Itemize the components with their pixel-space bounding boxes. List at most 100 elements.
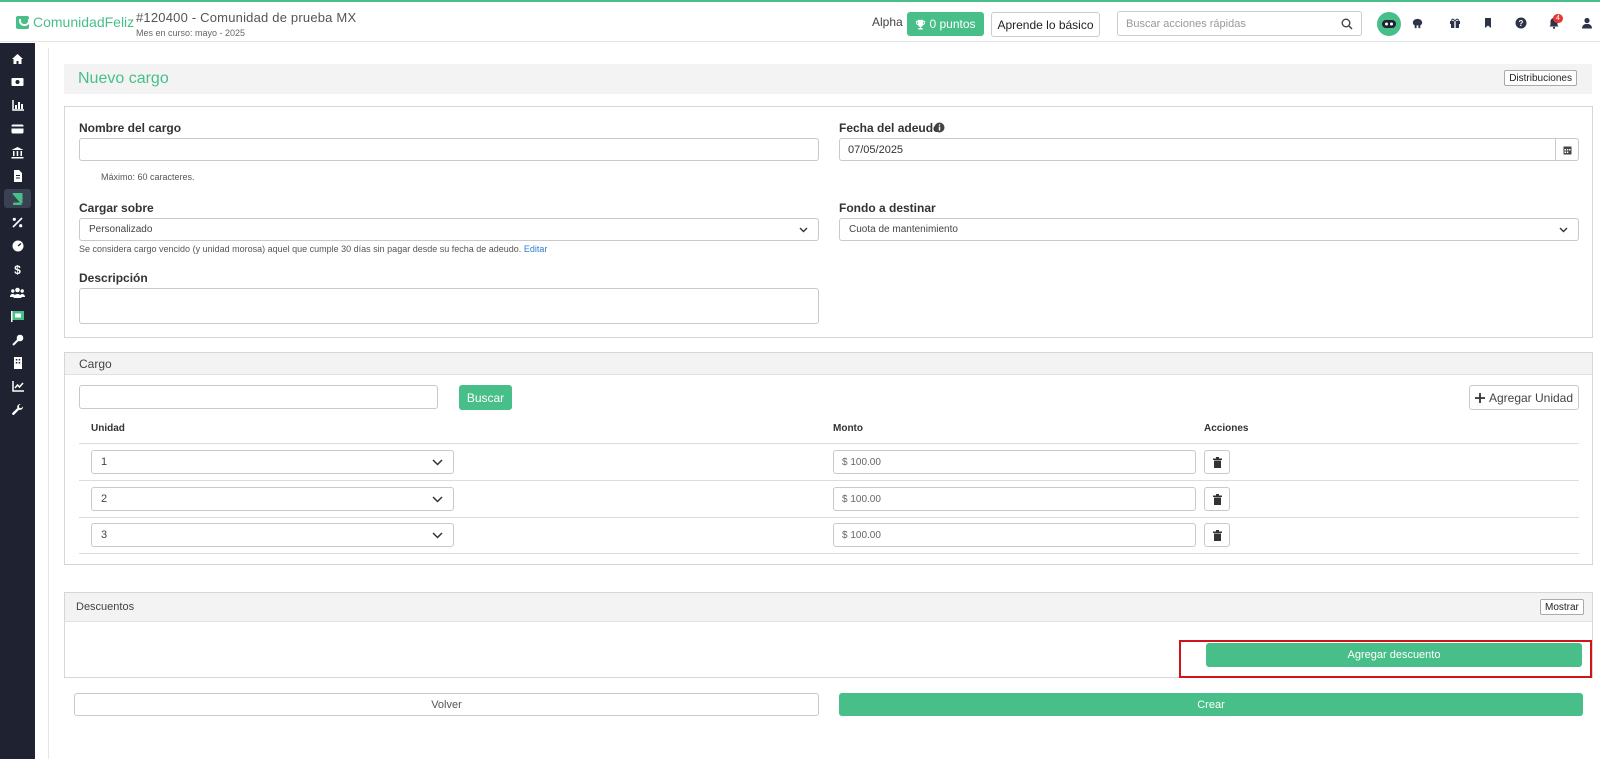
edit-link[interactable]: Editar [524, 244, 548, 254]
distributions-button[interactable]: Distribuciones [1504, 70, 1577, 86]
charge-name-help: Máximo: 60 caracteres. [101, 172, 195, 182]
sidebar-item-percent[interactable] [4, 213, 31, 232]
trophy-icon [916, 19, 926, 30]
book-icon [12, 192, 23, 205]
create-button[interactable]: Crear [839, 693, 1583, 716]
charge-on-select[interactable]: Personalizado [79, 218, 819, 241]
plus-icon [1474, 392, 1485, 403]
charge-name-input[interactable] [80, 139, 818, 160]
sidebar-item-money[interactable] [4, 72, 31, 91]
amount-field [833, 487, 1196, 511]
notification-badge: 4 [1553, 14, 1563, 23]
calendar-button[interactable] [1555, 138, 1579, 161]
sidebar-item-dollar[interactable]: $ [4, 260, 31, 279]
search-icon[interactable] [1341, 18, 1353, 30]
bookmark-icon[interactable] [1481, 16, 1495, 30]
amount-input[interactable] [834, 488, 1195, 510]
flag-icon [11, 310, 24, 322]
charge-on-value: Personalizado [89, 224, 153, 235]
trash-icon [1212, 529, 1222, 541]
delete-row-button[interactable] [1204, 487, 1230, 511]
chevron-down-icon [432, 458, 443, 466]
due-date-field [839, 138, 1579, 161]
svg-text:$: $ [14, 263, 21, 276]
learn-basics-button[interactable]: Aprende lo básico [991, 12, 1100, 37]
unit-select[interactable]: 3 [91, 523, 454, 547]
delete-row-button[interactable] [1204, 523, 1230, 547]
sidebar-item-home[interactable] [4, 49, 31, 68]
sidebar-item-users[interactable] [4, 283, 31, 302]
due-date-input[interactable] [840, 139, 1578, 160]
highlight-box [1179, 640, 1592, 678]
current-month: Mes en curso: mayo - 2025 [136, 28, 246, 38]
column-header-amount: Monto [833, 423, 863, 434]
column-header-actions: Acciones [1204, 423, 1249, 434]
chevron-down-icon [432, 531, 443, 539]
sidebar-item-bank[interactable] [4, 143, 31, 162]
quick-search-input[interactable] [1118, 12, 1361, 35]
amount-input[interactable] [834, 451, 1195, 473]
table-row-divider [79, 480, 1579, 481]
user-icon[interactable] [1580, 16, 1594, 30]
building-icon [13, 356, 22, 369]
alpha-label: Alpha [872, 15, 903, 29]
sidebar-item-chart-bar[interactable] [4, 96, 31, 115]
sidebar-item-card[interactable] [4, 119, 31, 138]
fund-label: Fondo a destinar [839, 201, 936, 215]
quick-search [1117, 11, 1362, 36]
chevron-down-icon [432, 495, 443, 503]
wrench-icon [11, 403, 23, 415]
unit-value: 1 [101, 456, 108, 468]
brain-icon[interactable] [1410, 16, 1424, 30]
cargo-search-input[interactable] [80, 386, 437, 408]
trash-icon [1212, 456, 1222, 468]
sidebar-item-wrench[interactable] [4, 400, 31, 419]
table-divider [79, 443, 1579, 444]
unit-select[interactable]: 2 [91, 487, 454, 511]
points-label: 0 puntos [929, 17, 976, 31]
money-icon [11, 77, 24, 86]
description-field [79, 288, 819, 324]
sidebar: $ [0, 43, 35, 759]
sidebar-item-book[interactable] [4, 189, 31, 208]
discounts-panel-header: Descuentos [65, 593, 1592, 622]
sidebar-item-key[interactable] [4, 330, 31, 349]
key-icon [11, 334, 23, 346]
amount-input[interactable] [834, 524, 1195, 546]
unit-value: 2 [101, 493, 108, 505]
avatar[interactable] [1377, 12, 1401, 36]
cargo-search-field [79, 385, 438, 409]
help-icon[interactable]: ? [1514, 16, 1528, 30]
charge-on-help-text: Se considera cargo vencido (y unidad mor… [79, 244, 522, 254]
chevron-down-icon [799, 227, 808, 232]
due-date-label: Fecha del adeudo [839, 121, 941, 135]
bank-icon [11, 146, 24, 158]
users-icon [10, 287, 25, 298]
add-unit-button[interactable]: Agregar Unidad [1469, 385, 1579, 410]
sidebar-item-flag[interactable] [4, 306, 31, 325]
top-bar: ComunidadFeliz #120400 - Comunidad de pr… [0, 0, 1600, 42]
back-button[interactable]: Volver [74, 693, 819, 716]
svg-text:?: ? [1519, 19, 1524, 28]
sidebar-item-building[interactable] [4, 353, 31, 372]
info-icon[interactable] [934, 122, 945, 133]
delete-row-button[interactable] [1204, 450, 1230, 474]
sidebar-item-gauge[interactable] [4, 236, 31, 255]
table-row-divider [79, 553, 1579, 554]
fund-select[interactable]: Cuota de mantenimiento [839, 218, 1579, 241]
points-button[interactable]: 0 puntos [907, 12, 984, 36]
calendar-icon [1563, 146, 1572, 154]
gauge-icon [12, 240, 23, 251]
search-button[interactable]: Buscar [459, 385, 512, 410]
cargo-panel-header: Cargo [65, 353, 1592, 375]
sidebar-item-document[interactable] [4, 166, 31, 185]
show-discounts-button[interactable]: Mostrar [1540, 599, 1584, 615]
gift-icon[interactable] [1448, 16, 1462, 30]
charge-name-label: Nombre del cargo [79, 121, 182, 135]
page-title: Nuevo cargo [78, 70, 169, 87]
description-textarea[interactable] [80, 289, 818, 323]
sidebar-item-chart-line[interactable] [4, 377, 31, 396]
chart-bar-icon [11, 100, 24, 111]
brand-logo[interactable]: ComunidadFeliz [16, 14, 134, 30]
unit-select[interactable]: 1 [91, 450, 454, 474]
